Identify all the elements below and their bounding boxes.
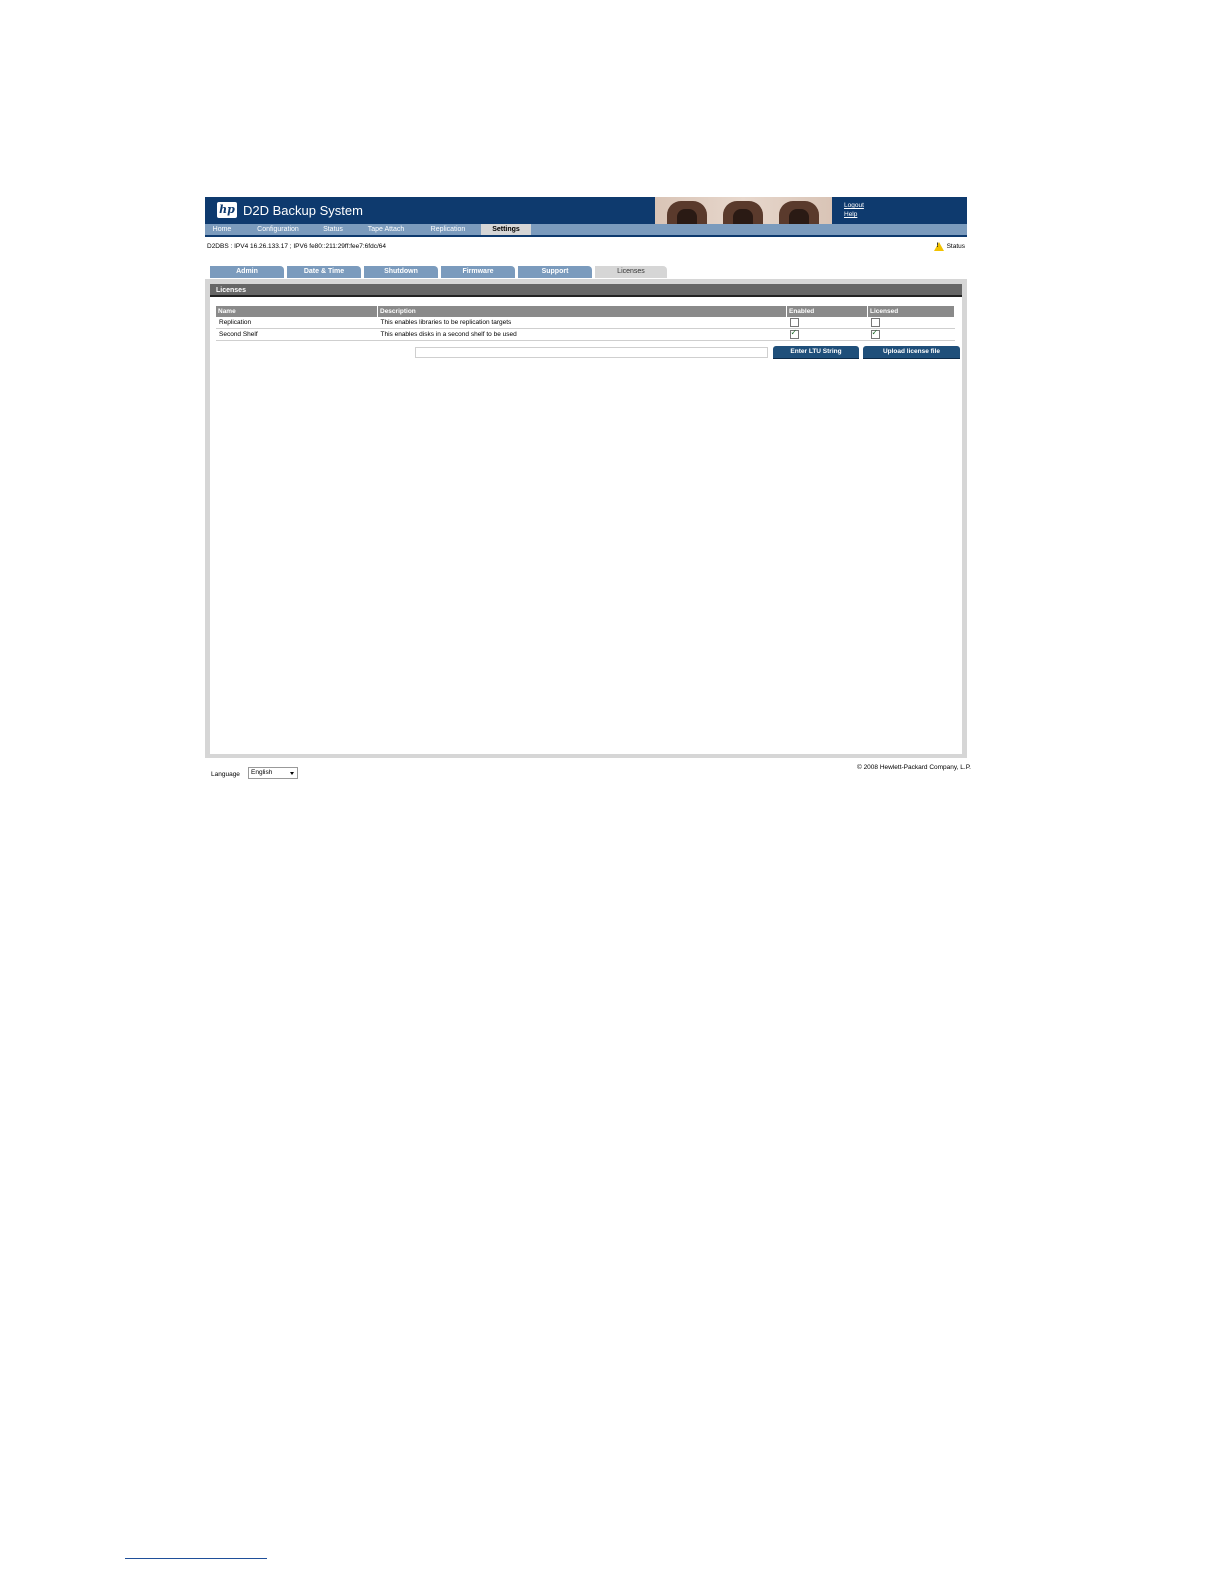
app-header: hp D2D Backup System Logout Help (205, 197, 967, 224)
licensed-checkbox[interactable] (870, 328, 880, 339)
enabled-cell (786, 328, 868, 341)
license-description: This enables libraries to be replication… (377, 317, 787, 329)
help-link[interactable]: Help (844, 210, 864, 219)
table-row: Replication This enables libraries to be… (216, 317, 955, 329)
banner-arch (667, 201, 707, 224)
license-name: Replication (216, 317, 378, 329)
column-licensed: Licensed (867, 306, 955, 317)
header-banner-image (655, 197, 832, 224)
system-status[interactable]: Status (933, 242, 965, 251)
d2d-app-window: hp D2D Backup System Logout Help Home Co… (205, 197, 971, 787)
enabled-checkbox[interactable] (789, 328, 799, 339)
nav-configuration[interactable]: Configuration (247, 224, 309, 235)
column-description: Description (377, 306, 787, 317)
status-label: Status (946, 243, 965, 250)
licensed-cell (867, 317, 955, 329)
chevron-down-icon (290, 772, 294, 775)
licenses-panel: Licenses Name Description Enabled Licens… (210, 284, 962, 754)
tab-admin[interactable]: Admin (210, 266, 284, 278)
licensed-checkbox[interactable] (870, 318, 880, 327)
license-name: Second Shelf (216, 328, 378, 341)
enabled-cell (786, 317, 868, 329)
app-title: D2D Backup System (243, 203, 363, 218)
copyright-text: © 2008 Hewlett-Packard Company, L.P. (856, 764, 971, 771)
tab-support[interactable]: Support (518, 266, 592, 278)
nav-status[interactable]: Status (317, 224, 349, 235)
enabled-checkbox[interactable] (789, 318, 799, 327)
banner-arch (723, 201, 763, 224)
licenses-table: Name Description Enabled Licensed Replic… (216, 306, 955, 341)
column-enabled: Enabled (786, 306, 868, 317)
main-nav: Home Configuration Status Tape Attach Re… (205, 224, 967, 237)
language-select[interactable]: English (248, 767, 298, 779)
content-panel: Licenses Name Description Enabled Licens… (205, 279, 967, 758)
footnote-separator (125, 1558, 267, 1559)
hp-logo: hp (217, 202, 237, 218)
nav-replication[interactable]: Replication (421, 224, 475, 235)
column-name: Name (216, 306, 378, 317)
nav-settings[interactable]: Settings (481, 224, 531, 235)
system-info: D2DBS : IPV4 16.26.133.17 ; IPV6 fe80::2… (207, 243, 386, 250)
tab-date-time[interactable]: Date & Time (287, 266, 361, 278)
upload-license-button[interactable]: Upload license file (863, 346, 960, 359)
tab-firmware[interactable]: Firmware (441, 266, 515, 278)
banner-arch (779, 201, 819, 224)
user-links: Logout Help (844, 201, 864, 219)
license-description: This enables disks in a second shelf to … (377, 328, 787, 341)
nav-tape-attach[interactable]: Tape Attach (359, 224, 413, 235)
tab-shutdown[interactable]: Shutdown (364, 266, 438, 278)
language-selected: English (251, 769, 273, 776)
language-label: Language (211, 771, 240, 778)
nav-home[interactable]: Home (205, 224, 239, 235)
licensed-cell (867, 328, 955, 341)
table-header-row: Name Description Enabled Licensed (216, 306, 955, 317)
section-title: Licenses (210, 284, 962, 297)
tab-licenses[interactable]: Licenses (595, 266, 667, 278)
ltu-string-input[interactable] (415, 347, 768, 358)
table-row: Second Shelf This enables disks in a sec… (216, 328, 955, 341)
enter-ltu-button[interactable]: Enter LTU String (773, 346, 859, 359)
logout-link[interactable]: Logout (844, 201, 864, 210)
warning-icon (933, 242, 944, 251)
